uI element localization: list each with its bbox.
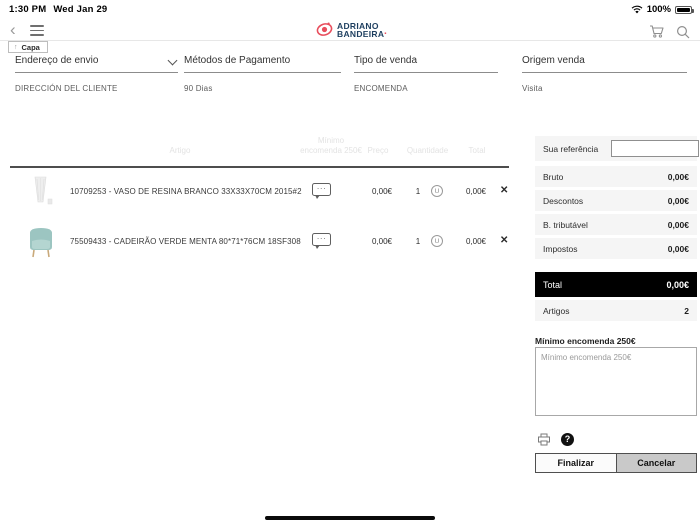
app-screen: 1:30 PM Wed Jan 29 100% ‹ ADRIANO BANDEIR…: [0, 0, 700, 525]
logo-icon: [316, 22, 333, 36]
product-name: 10709253 - VASO DE RESINA BRANCO 33X33X7…: [70, 187, 302, 196]
battery-icon: [675, 5, 694, 14]
impostos-value: 0,00€: [667, 243, 689, 254]
sale-type-label: Tipo de venda: [354, 55, 498, 73]
product-total: 0,00€: [465, 187, 486, 196]
total-value: 0,00€: [666, 279, 689, 290]
tab-capa[interactable]: ↑ Capa: [8, 41, 48, 53]
reference-input[interactable]: [611, 140, 699, 157]
bruto-value: 0,00€: [667, 171, 689, 182]
product-quantity[interactable]: 1: [410, 237, 426, 246]
product-image-vase: [34, 176, 53, 205]
product-price: 0,00€: [371, 187, 392, 196]
field-sale-type[interactable]: Tipo de venda ENCOMENDA: [354, 55, 498, 93]
cancel-button[interactable]: Cancelar: [616, 454, 696, 472]
cart-icon[interactable]: [649, 24, 665, 39]
back-button[interactable]: ‹: [10, 20, 16, 40]
column-header-total: Total: [468, 146, 486, 155]
field-shipping-address[interactable]: Endereço de envio DIRECCIÓN DEL CLIENTE: [15, 55, 178, 93]
logo-mark: ▪: [384, 30, 387, 37]
logo-text: ADRIANO BANDEIRA▪: [337, 20, 387, 39]
product-price: 0,00€: [371, 237, 392, 246]
column-header-preco: Preço: [367, 146, 389, 155]
tributavel-label: B. tributável: [543, 219, 588, 230]
min-order-label: Mínimo encomenda 250€: [535, 336, 636, 346]
table-row: 10709253 - VASO DE RESINA BRANCO 33X33X7…: [0, 174, 520, 210]
sale-type-value: ENCOMENDA: [354, 84, 408, 93]
summary-row-impostos: Impostos 0,00€: [535, 238, 697, 259]
field-sale-origin[interactable]: Origem venda Visita: [522, 55, 687, 93]
total-label: Total: [543, 279, 563, 290]
sale-origin-value: Visita: [522, 84, 543, 93]
wifi-icon: [631, 5, 643, 14]
battery-percentage: 100%: [646, 4, 671, 15]
total-bar: Total 0,00€: [535, 272, 697, 297]
finalize-button[interactable]: Finalizar: [536, 454, 617, 472]
reference-row: Sua referência: [535, 136, 699, 161]
unit-icon: U: [431, 185, 443, 197]
menu-icon[interactable]: [30, 25, 44, 39]
comment-bubble-icon[interactable]: ···: [312, 183, 331, 199]
reference-label: Sua referência: [543, 143, 599, 154]
app-logo: ADRIANO BANDEIRA▪: [316, 21, 387, 38]
summary-row-bruto: Bruto 0,00€: [535, 166, 697, 187]
search-icon[interactable]: [676, 25, 690, 39]
product-name: 75509433 - CADEIRÃO VERDE MENTA 80*71*76…: [70, 237, 301, 246]
action-buttons: Finalizar Cancelar: [535, 453, 697, 473]
artigos-label: Artigos: [543, 305, 570, 316]
summary-row-descontos: Descontos 0,00€: [535, 190, 697, 211]
unit-icon: U: [431, 235, 443, 247]
column-header-quantidade: Quantidade: [406, 146, 449, 155]
order-notes-textarea[interactable]: [535, 347, 697, 416]
nav-bar: ‹ ADRIANO BANDEIRA▪: [0, 20, 700, 41]
status-time: 1:30 PM: [9, 4, 47, 15]
summary-row-tributavel: B. tributável 0,00€: [535, 214, 697, 235]
payment-method-label: Métodos de Pagamento: [184, 55, 341, 73]
table-header-divider: [10, 166, 509, 168]
order-header-form: Endereço de envio DIRECCIÓN DEL CLIENTE …: [0, 55, 700, 101]
product-total: 0,00€: [465, 237, 486, 246]
print-icon[interactable]: [537, 433, 551, 446]
tab-capa-label: Capa: [21, 43, 40, 52]
shipping-address-value: DIRECCIÓN DEL CLIENTE: [15, 84, 118, 93]
home-indicator[interactable]: [265, 516, 435, 520]
sale-origin-label: Origem venda: [522, 55, 687, 73]
descontos-value: 0,00€: [667, 195, 689, 206]
product-image-chair: [30, 228, 52, 258]
column-header-artigo: Artigo: [169, 146, 191, 155]
shipping-address-label: Endereço de envio: [15, 55, 178, 73]
status-time-date: 1:30 PM Wed Jan 29: [9, 4, 107, 15]
remove-item-icon[interactable]: ✕: [500, 235, 508, 246]
impostos-label: Impostos: [543, 243, 578, 254]
remove-item-icon[interactable]: ✕: [500, 185, 508, 196]
artigos-count: 2: [684, 305, 689, 316]
tributavel-value: 0,00€: [667, 219, 689, 230]
descontos-label: Descontos: [543, 195, 584, 206]
summary-row-artigos: Artigos 2: [535, 300, 697, 321]
comment-bubble-icon[interactable]: ···: [312, 233, 331, 249]
items-table-header: Artigo Mínimo encomenda 250€ Preço Quant…: [0, 132, 520, 166]
status-date: Wed Jan 29: [53, 4, 108, 15]
field-payment-method[interactable]: Métodos de Pagamento 90 Dias: [184, 55, 341, 93]
tab-collapse-arrow-icon: ↑: [14, 44, 18, 51]
product-quantity[interactable]: 1: [410, 187, 426, 196]
table-row: 75509433 - CADEIRÃO VERDE MENTA 80*71*76…: [0, 224, 520, 260]
bruto-label: Bruto: [543, 171, 564, 182]
payment-method-value: 90 Dias: [184, 84, 213, 93]
help-icon[interactable]: ?: [561, 433, 574, 446]
status-bar: 1:30 PM Wed Jan 29 100%: [0, 0, 700, 20]
column-header-minimo: Mínimo encomenda 250€: [300, 136, 362, 155]
